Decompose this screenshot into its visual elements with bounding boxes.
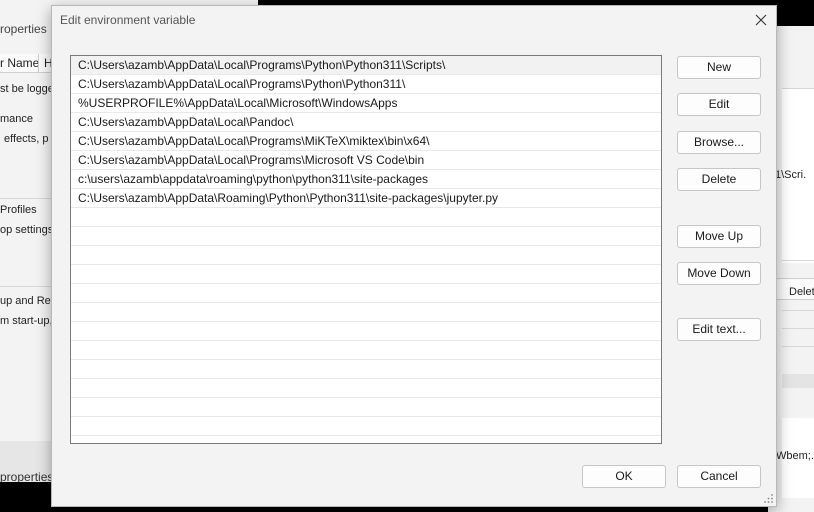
- background-text: mance: [0, 113, 34, 125]
- empty-list-row: [71, 265, 661, 284]
- edit-button[interactable]: Edit: [677, 93, 761, 116]
- background-text: up and Rec: [0, 295, 57, 307]
- background-text: op settings: [0, 224, 54, 236]
- background-delete-button: Delet: [772, 278, 814, 300]
- empty-list-row: [71, 322, 661, 341]
- close-button[interactable]: [746, 6, 776, 34]
- delete-button[interactable]: Delete: [677, 168, 761, 191]
- list-item[interactable]: C:\Users\azamb\AppData\Local\Pandoc\: [71, 113, 661, 132]
- background-path-text: 1\Scri.: [775, 169, 807, 181]
- background-band: [782, 374, 814, 388]
- background-divider: [782, 328, 814, 329]
- ok-button[interactable]: OK: [582, 465, 666, 488]
- background-divider: [0, 198, 52, 199]
- list-item[interactable]: %USERPROFILE%\AppData\Local\Microsoft\Wi…: [71, 94, 661, 113]
- list-item[interactable]: C:\Users\azamb\AppData\Local\Programs\Mi…: [71, 132, 661, 151]
- empty-list-row: [71, 246, 661, 265]
- list-item[interactable]: C:\Users\azamb\AppData\Local\Programs\Py…: [71, 56, 661, 75]
- background-value-text: Wbem;.: [776, 450, 814, 462]
- cancel-button[interactable]: Cancel: [677, 465, 761, 488]
- background-delete-label: Delet: [789, 286, 814, 298]
- background-text: effects, p: [4, 133, 49, 145]
- empty-list-row: [71, 208, 661, 227]
- background-divider: [782, 346, 814, 347]
- header-separator: [38, 54, 39, 72]
- background-text: Profiles: [0, 204, 37, 216]
- background-divider: [782, 310, 814, 311]
- resize-grip-icon[interactable]: [764, 494, 774, 504]
- background-text: m start-up,: [0, 315, 53, 327]
- empty-list-row: [71, 379, 661, 398]
- list-item[interactable]: C:\Users\azamb\AppData\Local\Programs\Mi…: [71, 151, 661, 170]
- list-item[interactable]: c:\users\azamb\appdata\roaming\python\py…: [71, 170, 661, 189]
- empty-list-row: [71, 398, 661, 417]
- background-window-title: roperties: [0, 22, 47, 36]
- new-button[interactable]: New: [677, 56, 761, 79]
- background-footer-text: properties: [0, 470, 54, 482]
- edit-environment-variable-dialog: Edit environment variable C:\Users\azamb…: [51, 5, 777, 507]
- empty-list-row: [71, 227, 661, 246]
- close-icon: [755, 14, 767, 26]
- background-divider: [782, 260, 814, 261]
- browse-button[interactable]: Browse...: [677, 131, 761, 154]
- move-up-button[interactable]: Move Up: [677, 225, 761, 248]
- list-item[interactable]: C:\Users\azamb\AppData\Local\Programs\Py…: [71, 75, 661, 94]
- empty-list-row: [71, 303, 661, 322]
- empty-list-row: [71, 284, 661, 303]
- background-divider: [0, 286, 52, 287]
- edit-text-button[interactable]: Edit text...: [677, 318, 761, 341]
- move-down-button[interactable]: Move Down: [677, 262, 761, 285]
- background-header-name: r Name: [0, 56, 40, 70]
- empty-list-row: [71, 341, 661, 360]
- path-entries-list[interactable]: C:\Users\azamb\AppData\Local\Programs\Py…: [70, 55, 662, 444]
- list-item[interactable]: C:\Users\azamb\AppData\Roaming\Python\Py…: [71, 189, 661, 208]
- empty-list-row: [71, 417, 661, 436]
- dialog-title: Edit environment variable: [60, 13, 196, 27]
- background-text: st be logge: [0, 83, 54, 95]
- empty-list-row: [71, 360, 661, 379]
